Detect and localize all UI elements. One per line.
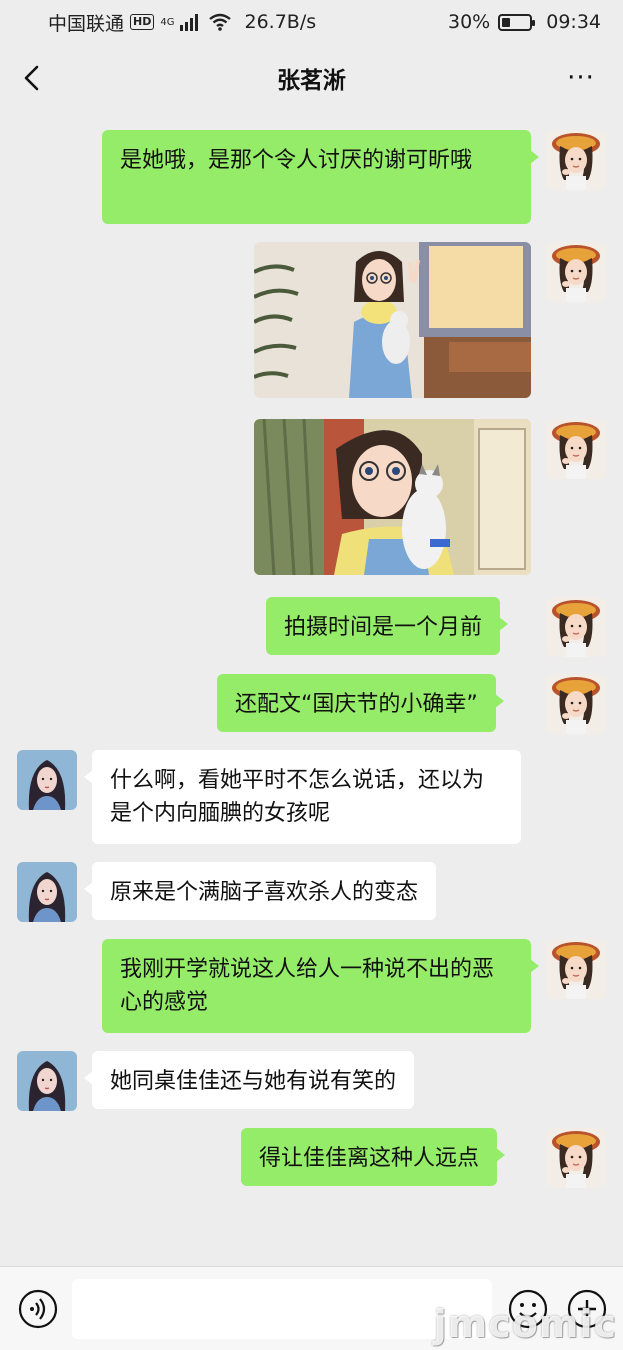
battery-icon: [498, 13, 536, 31]
contact-avatar[interactable]: [17, 1051, 77, 1111]
message-bubble-sent[interactable]: 得让佳佳离这种人远点: [241, 1128, 506, 1186]
contact-avatar[interactable]: [17, 750, 77, 810]
message-image[interactable]: [254, 242, 531, 398]
voice-icon[interactable]: [18, 1289, 58, 1329]
message-input[interactable]: [72, 1279, 492, 1339]
back-icon[interactable]: [18, 63, 48, 93]
input-bar: jmcomic: [0, 1266, 623, 1350]
network-label: 4G: [160, 16, 175, 28]
message-bubble-sent[interactable]: 是她哦，是那个令人讨厌的谢可昕哦: [102, 130, 539, 224]
message-bubble-received[interactable]: 她同桌佳佳还与她有说有笑的: [83, 1051, 415, 1109]
chat-title: 张茗淅: [277, 68, 346, 94]
contact-avatar[interactable]: [17, 862, 77, 922]
my-avatar[interactable]: [546, 939, 606, 999]
my-avatar[interactable]: [546, 674, 606, 734]
my-avatar[interactable]: [546, 419, 606, 479]
message-bubble-received[interactable]: 原来是个满脑子喜欢杀人的变态: [83, 862, 437, 920]
status-bar: 中国联通 HD 4G 26.7B/s 30% 09:34: [0, 0, 623, 44]
message-bubble-sent[interactable]: 我刚开学就说这人给人一种说不出的恶心的感觉: [102, 939, 539, 1033]
network-speed: 26.7B/s: [244, 11, 317, 33]
more-options-button[interactable]: ···: [565, 62, 597, 94]
signal-icon: [180, 14, 199, 31]
watermark: jmcomic: [433, 1302, 617, 1346]
message-image[interactable]: [254, 419, 531, 575]
carrier-label: 中国联通: [48, 12, 125, 35]
wifi-icon: [209, 13, 232, 31]
my-avatar[interactable]: [546, 1128, 606, 1188]
chat-header: 张茗淅 ···: [0, 44, 623, 112]
my-avatar[interactable]: [546, 130, 606, 190]
message-bubble-received[interactable]: 什么啊，看她平时不怎么说话，还以为是个内向腼腆的女孩呢: [84, 750, 521, 844]
battery-percent: 30%: [448, 11, 491, 33]
message-bubble-sent[interactable]: 拍摄时间是一个月前: [266, 597, 509, 655]
hd-badge: HD: [130, 14, 155, 30]
my-avatar[interactable]: [546, 597, 606, 657]
my-avatar[interactable]: [546, 242, 606, 302]
message-bubble-sent[interactable]: 还配文“国庆节的小确幸”: [217, 674, 504, 732]
clock: 09:34: [546, 11, 601, 33]
battery-fill: [502, 17, 511, 27]
